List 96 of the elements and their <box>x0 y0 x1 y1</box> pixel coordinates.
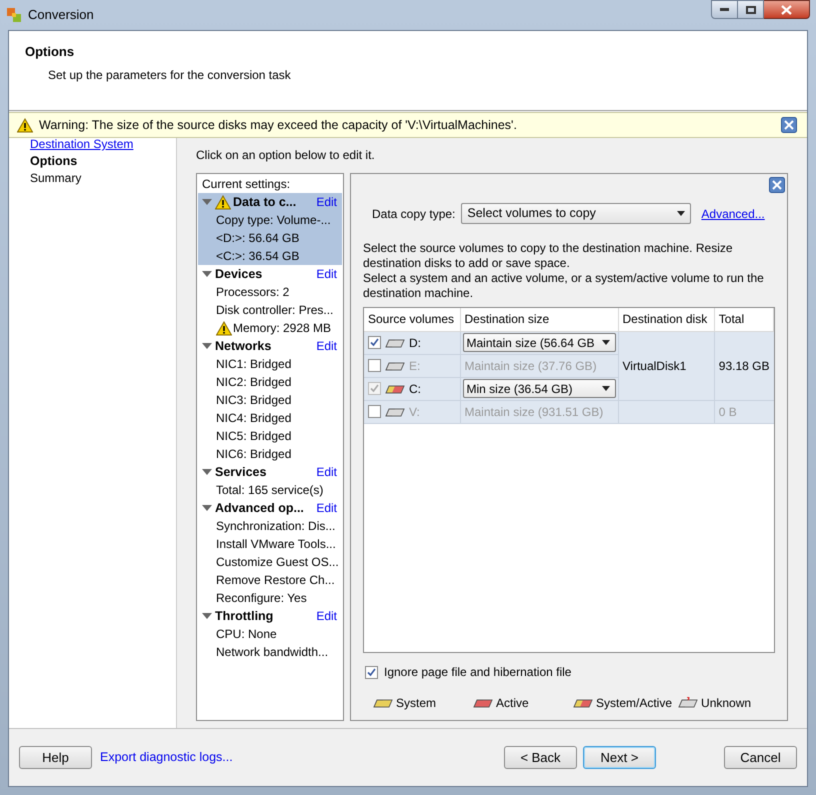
instruction-text: Click on an option below to edit it. <box>196 147 376 164</box>
caret-icon <box>602 386 610 391</box>
window-title: Conversion <box>28 6 94 24</box>
expand-toggle[interactable] <box>202 271 213 277</box>
description-text: Select the source volumes to copy to the destination machine. Resize destination disks to add or save space. <box>363 241 734 271</box>
export-logs-link[interactable]: Export diagnostic logs... <box>100 748 233 767</box>
settings-section[interactable]: Advanced op... Edit Synchronization: Dis... Install VMware Tools... Customize Guest OS... Remove Restore Ch... Reconfigure: Yes <box>198 499 342 607</box>
disk-total: 0 B <box>718 404 737 418</box>
section-title: Throttling <box>215 608 274 625</box>
setting-value: Remove Restore Ch... <box>216 572 335 589</box>
volume-label: V: <box>409 404 420 420</box>
maximize-button[interactable] <box>738 0 764 19</box>
disk-name: VirtualDisk1 <box>622 358 686 372</box>
close-button[interactable] <box>764 0 810 19</box>
setting-value: NIC5: Bridged <box>216 428 292 445</box>
close-icon[interactable] <box>781 117 797 133</box>
setting-value: NIC3: Bridged <box>216 392 292 409</box>
section-title: Advanced op... <box>215 500 304 517</box>
checkbox[interactable] <box>368 336 381 349</box>
step-item[interactable]: Options <box>30 153 176 170</box>
dialog-button[interactable]: Help <box>19 746 92 769</box>
caret-icon <box>602 340 610 345</box>
step-item[interactable]: Summary <box>30 170 176 187</box>
setting-value: Memory: 2928 MB <box>233 320 332 337</box>
edit-link[interactable]: Edit <box>316 499 337 517</box>
setting-value: Total: 165 service(s) <box>216 482 324 499</box>
setting-value: NIC2: Bridged <box>216 374 292 391</box>
volume-label: E: <box>409 358 420 374</box>
expand-toggle[interactable] <box>202 343 213 349</box>
caret-icon <box>677 211 686 216</box>
dialog-button[interactable]: Next > <box>583 746 656 769</box>
setting-value: <D:>: 56.64 GB <box>216 230 300 247</box>
step-link[interactable]: Destination System <box>30 136 176 153</box>
size-dropdown[interactable]: Maintain size (56.64 GB <box>462 333 616 352</box>
section-title: Services <box>215 464 266 481</box>
column-header[interactable]: Source volumes <box>364 308 460 331</box>
expand-toggle[interactable] <box>202 199 213 205</box>
setting-value: Customize Guest OS... <box>216 554 339 571</box>
setting-value: <C:>: 36.54 GB <box>216 248 300 265</box>
volume-label: C: <box>409 380 421 398</box>
settings-title: Current settings: <box>201 176 292 193</box>
ignore-checkbox[interactable] <box>365 666 378 678</box>
copy-type-dropdown[interactable]: Select volumes to copy <box>461 203 692 224</box>
size-dropdown[interactable]: Min size (36.54 GB) <box>462 379 616 398</box>
setting-value: Install VMware Tools... <box>216 536 336 553</box>
expand-toggle[interactable] <box>202 613 213 619</box>
settings-section[interactable]: Services Edit Total: 165 service(s) <box>198 463 342 499</box>
page-subtitle: Set up the parameters for the conversion task <box>47 66 292 84</box>
section-title: Networks <box>215 338 272 355</box>
settings-section[interactable]: Data to c... Edit Copy type: Volume-... <D:>: 56.64 GB <C:>: 36.54 GB <box>198 193 342 265</box>
minimize-button[interactable] <box>711 0 738 19</box>
setting-value: NIC6: Bridged <box>216 446 292 463</box>
edit-link[interactable]: Edit <box>316 607 337 625</box>
close-icon[interactable] <box>769 177 785 193</box>
setting-value: CPU: None <box>216 626 277 643</box>
setting-value: Copy type: Volume-... <box>216 212 331 229</box>
settings-section[interactable]: Networks Edit NIC1: Bridged NIC2: Bridged NIC3: Bridged NIC4: Bridged NIC5: Bridged NIC6: Bridged <box>198 337 342 463</box>
legend-label: System <box>396 695 436 712</box>
column-header[interactable]: Total <box>714 308 774 331</box>
edit-link[interactable]: Edit <box>316 463 337 481</box>
setting-value: Synchronization: Dis... <box>216 518 336 535</box>
expand-toggle[interactable] <box>202 469 213 475</box>
column-header[interactable]: Destination disk <box>618 308 714 331</box>
section-title: Data to c... <box>233 194 296 211</box>
warning-icon <box>17 118 33 132</box>
app-icon <box>6 7 22 23</box>
column-header[interactable]: Destination size <box>460 308 618 331</box>
setting-value: Network bandwidth... <box>216 644 328 661</box>
edit-link[interactable]: Edit <box>316 193 337 211</box>
volume-label: D: <box>409 334 421 352</box>
size-value: Maintain size (931.51 GB) <box>464 404 604 418</box>
legend-label: Active <box>496 695 529 712</box>
checkbox-label: Ignore page file and hibernation file <box>384 664 572 681</box>
description-text: Select a system and an active volume, or a system/active volume to run the destination machine. <box>363 271 765 301</box>
section-title: Devices <box>215 266 262 283</box>
legend-label: System/Active <box>596 695 672 712</box>
edit-link[interactable]: Edit <box>316 337 337 355</box>
setting-value: NIC1: Bridged <box>216 356 292 373</box>
close-icon <box>781 4 792 14</box>
settings-section[interactable]: Throttling Edit CPU: None Network bandwidth... <box>198 607 342 661</box>
settings-section[interactable]: Devices Edit Processors: 2 Disk controller: Pres... Memory: 2928 MB <box>198 265 342 337</box>
setting-value: NIC4: Bridged <box>216 410 292 427</box>
page-title: Options <box>25 43 76 61</box>
dialog-button[interactable]: Cancel <box>724 746 797 769</box>
dialog-button[interactable]: < Back <box>504 746 577 769</box>
setting-value: Reconfigure: Yes <box>216 590 307 607</box>
size-value: Maintain size (37.76 GB) <box>464 358 597 372</box>
advanced-link[interactable]: Advanced... <box>701 204 765 222</box>
setting-value: Disk controller: Pres... <box>216 302 334 319</box>
disk-total: 93.18 GB <box>718 358 770 372</box>
legend-label: Unknown <box>701 695 752 712</box>
warning-text: Warning: The size of the source disks may exceed the capacity of 'V:\VirtualMachines'. <box>39 116 517 134</box>
expand-toggle[interactable] <box>202 505 213 511</box>
copy-type-label: Data copy type: <box>372 206 456 222</box>
edit-link[interactable]: Edit <box>316 265 337 283</box>
setting-value: Processors: 2 <box>216 284 290 301</box>
